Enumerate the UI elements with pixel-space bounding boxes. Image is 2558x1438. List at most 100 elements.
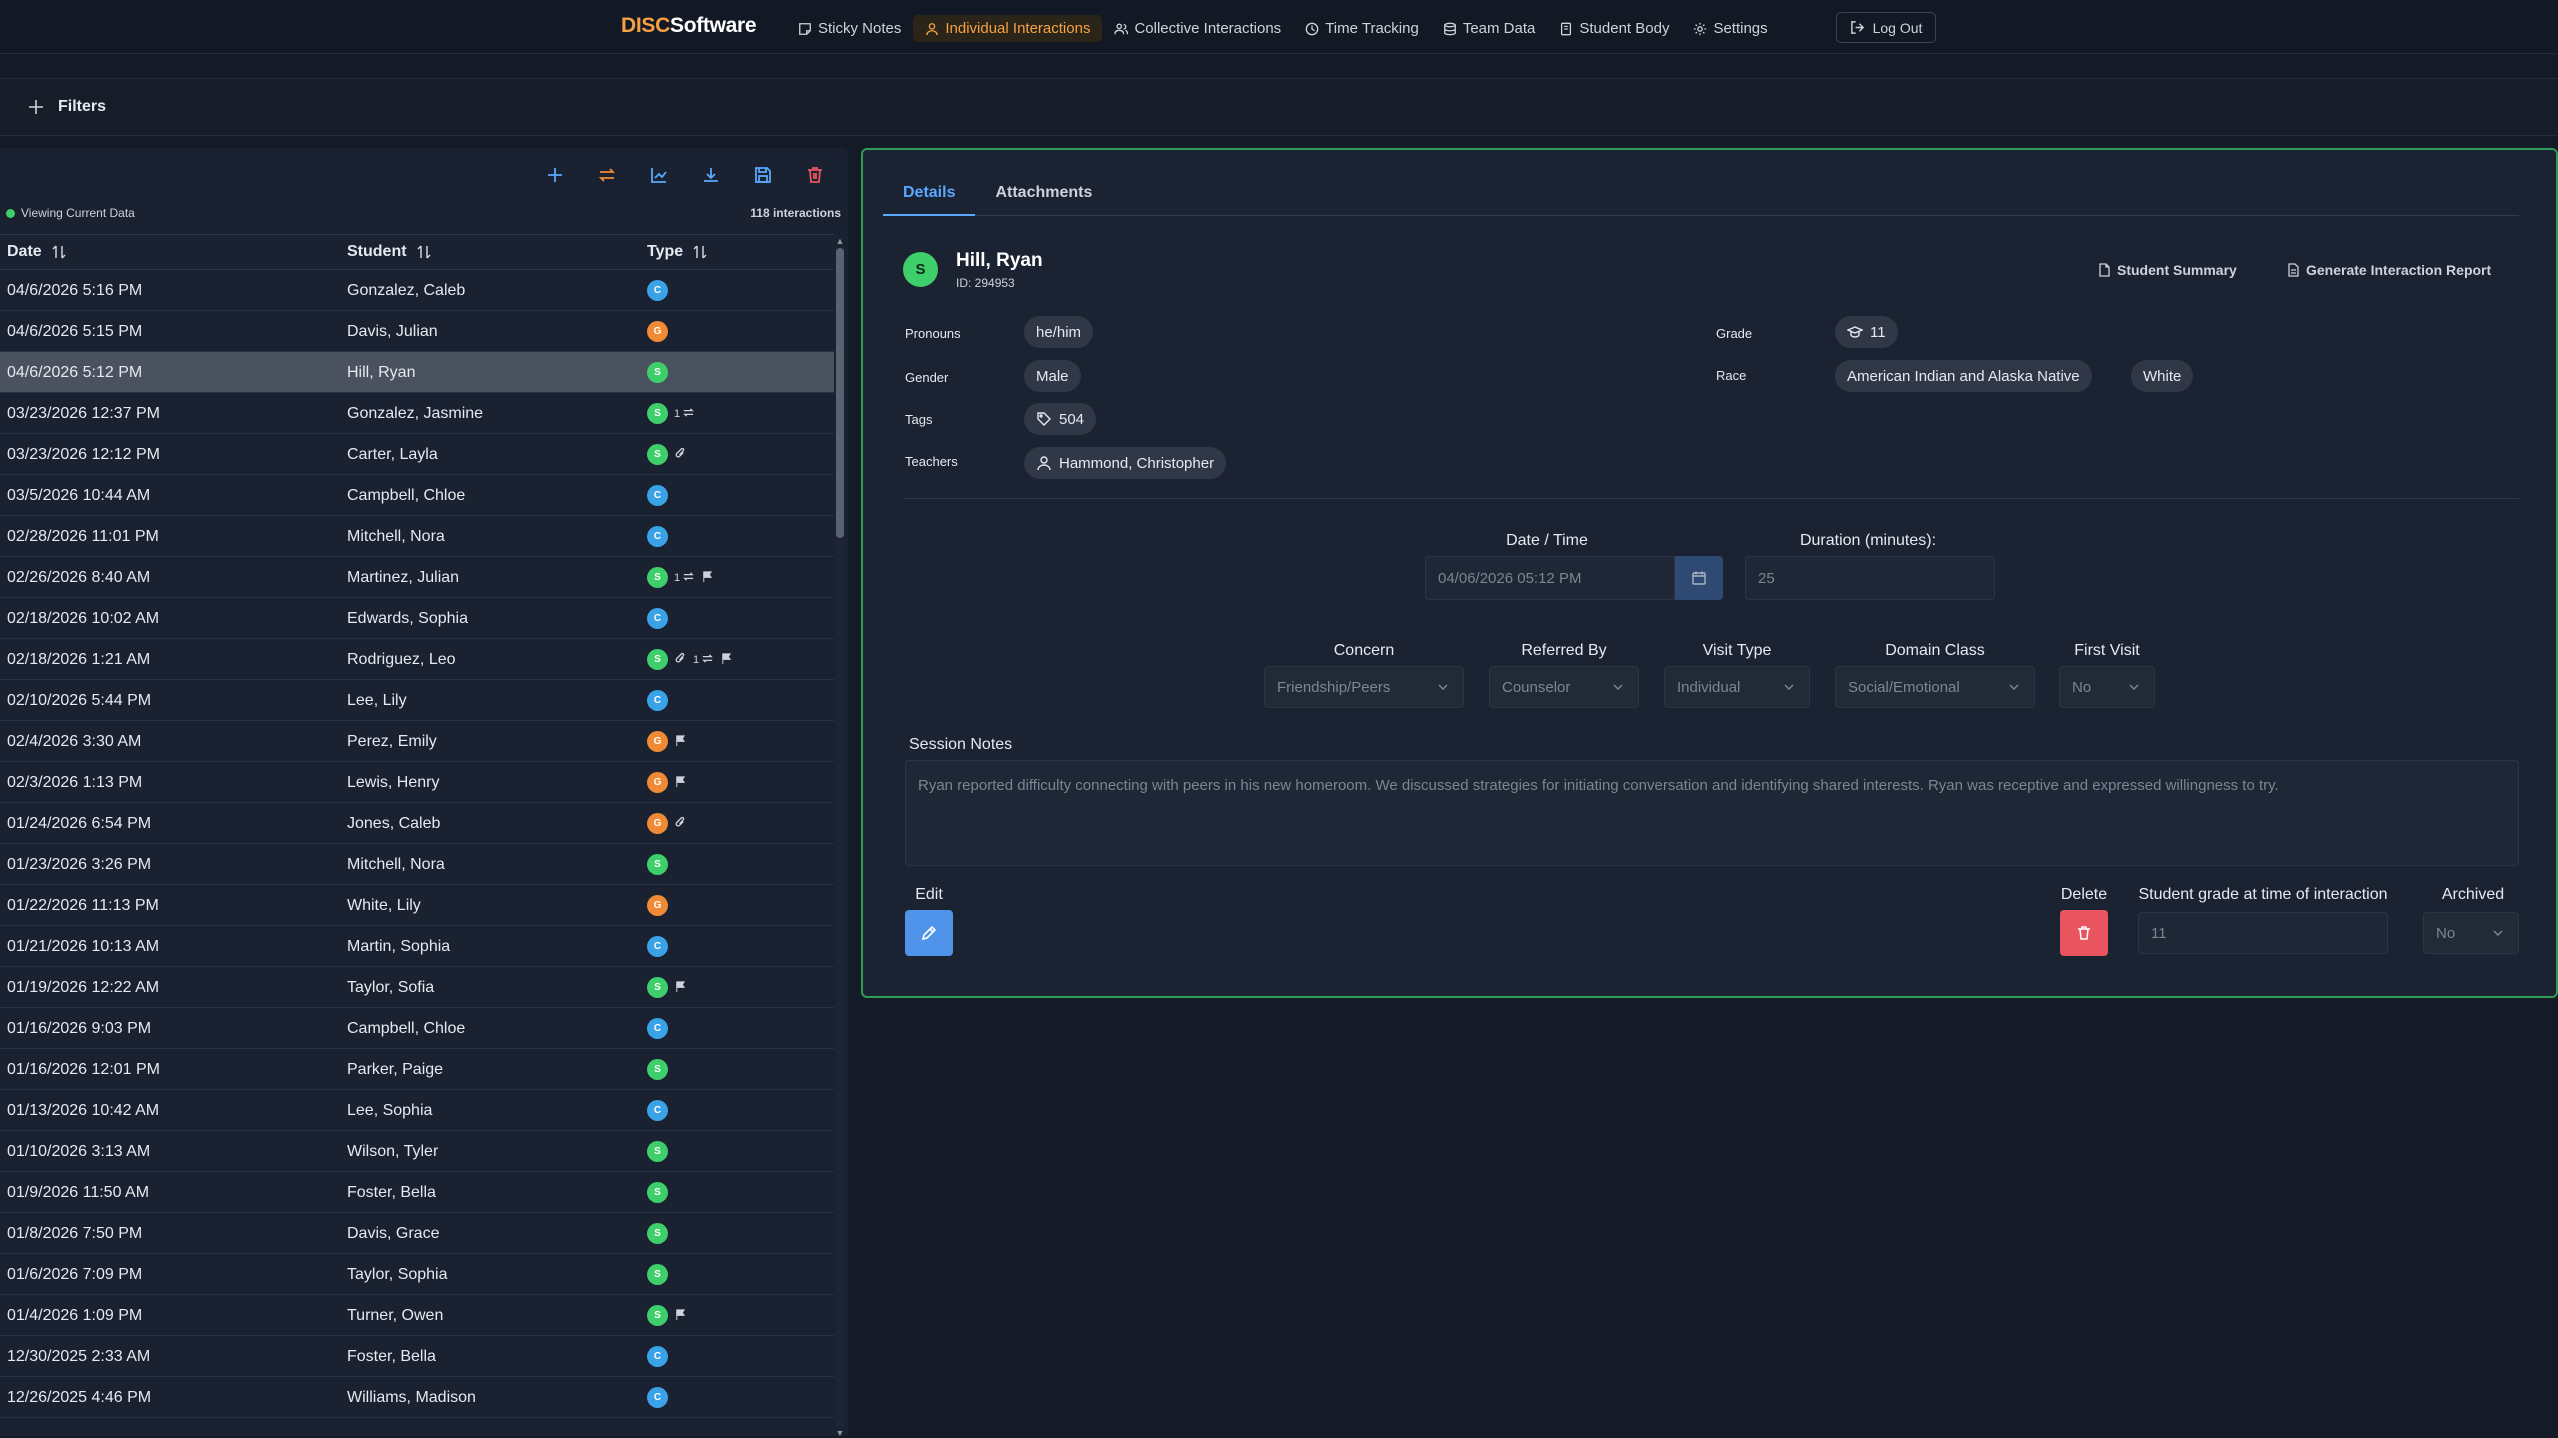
- grade-at-time-input[interactable]: 11: [2138, 912, 2388, 954]
- table-row[interactable]: 01/9/2026 11:50 AM Foster, Bella S: [0, 1172, 834, 1213]
- attachment-indicator: [674, 816, 687, 832]
- nav-settings[interactable]: Settings: [1681, 15, 1779, 42]
- list-scrollbar[interactable]: ▲ ▼: [834, 234, 846, 1438]
- tags-label: Tags: [905, 412, 933, 427]
- grade-at-time-value: 11: [2151, 924, 2167, 942]
- logout-label: Log Out: [1872, 19, 1923, 36]
- download-button[interactable]: [700, 164, 722, 186]
- type-badge: G: [647, 731, 668, 752]
- scroll-up-icon[interactable]: ▲: [835, 236, 845, 246]
- table-row[interactable]: 02/18/2026 1:21 AM Rodriguez, Leo S 1: [0, 639, 834, 680]
- table-row[interactable]: 01/6/2026 7:09 PM Taylor, Sophia S: [0, 1254, 834, 1295]
- avatar: S: [903, 252, 938, 287]
- nav-time-tracking[interactable]: Time Tracking: [1293, 15, 1431, 42]
- book-icon: [1561, 22, 1572, 35]
- row-date: 04/6/2026 5:15 PM: [7, 323, 143, 340]
- nav-individual-interactions[interactable]: Individual Interactions: [913, 15, 1103, 42]
- session-notes-textarea[interactable]: Ryan reported difficulty connecting with…: [905, 760, 2519, 866]
- paperclip-icon: [674, 652, 687, 668]
- download-icon: [704, 168, 718, 182]
- table-row[interactable]: 01/4/2026 1:09 PM Turner, Owen S: [0, 1295, 834, 1336]
- add-interaction-button[interactable]: [544, 164, 566, 186]
- table-row[interactable]: 03/5/2026 10:44 AM Campbell, Chloe C: [0, 475, 834, 516]
- logout-button[interactable]: Log Out: [1836, 12, 1936, 43]
- table-row[interactable]: 01/10/2026 3:13 AM Wilson, Tyler S: [0, 1131, 834, 1172]
- type-badge: S: [647, 854, 668, 875]
- table-row[interactable]: 02/18/2026 10:02 AM Edwards, Sophia C: [0, 598, 834, 639]
- scroll-down-icon[interactable]: ▼: [835, 1428, 845, 1438]
- nav-team-data[interactable]: Team Data: [1431, 15, 1548, 42]
- delete-selected-button[interactable]: [804, 164, 826, 186]
- flag-icon: [674, 1308, 687, 1324]
- table-row[interactable]: 01/8/2026 7:50 PM Davis, Grace S: [0, 1213, 834, 1254]
- type-badge: S: [647, 1264, 668, 1285]
- row-date: 01/21/2026 10:13 AM: [7, 938, 160, 955]
- duration-input[interactable]: 25: [1745, 556, 1995, 600]
- table-row[interactable]: 03/23/2026 12:12 PM Carter, Layla S: [0, 434, 834, 475]
- table-row[interactable]: 12/26/2025 4:46 PM Williams, Madison C: [0, 1377, 834, 1418]
- row-date: 01/16/2026 9:03 PM: [7, 1020, 152, 1037]
- row-student: Mitchell, Nora: [347, 856, 445, 873]
- table-row[interactable]: 03/23/2026 12:37 PM Gonzalez, Jasmine S 1: [0, 393, 834, 434]
- edit-button[interactable]: [905, 910, 953, 956]
- nav-student-body[interactable]: Student Body: [1547, 15, 1681, 42]
- table-row[interactable]: 01/24/2026 6:54 PM Jones, Caleb G: [0, 803, 834, 844]
- generate-report-link[interactable]: Generate Interaction Report: [2286, 262, 2491, 278]
- sort-student-header[interactable]: Student: [347, 243, 433, 261]
- table-row[interactable]: 02/3/2026 1:13 PM Lewis, Henry G: [0, 762, 834, 803]
- tab-attachments[interactable]: Attachments: [975, 174, 1112, 216]
- save-button[interactable]: [752, 164, 774, 186]
- visit-type-select[interactable]: Individual: [1664, 666, 1810, 708]
- brand-logo[interactable]: DISCSoftware: [621, 14, 757, 38]
- row-student: Taylor, Sophia: [347, 1266, 448, 1283]
- calendar-button[interactable]: [1675, 556, 1723, 600]
- sort-type-header[interactable]: Type: [647, 243, 709, 261]
- interaction-detail-panel: Details Attachments S Hill, Ryan ID: 294…: [861, 148, 2558, 998]
- row-student: Wilson, Tyler: [347, 1143, 439, 1160]
- nav-sticky-notes[interactable]: Sticky Notes: [786, 15, 913, 42]
- table-row[interactable]: 01/23/2026 3:26 PM Mitchell, Nora S: [0, 844, 834, 885]
- table-row[interactable]: 02/28/2026 11:01 PM Mitchell, Nora C: [0, 516, 834, 557]
- table-row[interactable]: 04/6/2026 5:16 PM Gonzalez, Caleb C: [0, 270, 834, 311]
- table-row[interactable]: 01/22/2026 11:13 PM White, Lily G: [0, 885, 834, 926]
- delete-button[interactable]: [2060, 910, 2108, 956]
- table-row[interactable]: 01/13/2026 10:42 AM Lee, Sophia C: [0, 1090, 834, 1131]
- referred-by-select[interactable]: Counselor: [1489, 666, 1639, 708]
- swap-button[interactable]: [596, 164, 618, 186]
- row-date: 03/23/2026 12:12 PM: [7, 446, 161, 463]
- datetime-input[interactable]: 04/06/2026 05:12 PM: [1425, 556, 1675, 600]
- table-row[interactable]: 01/19/2026 12:22 AM Taylor, Sofia S: [0, 967, 834, 1008]
- filters-toggle[interactable]: Filters: [0, 78, 2558, 136]
- table-row[interactable]: 01/16/2026 12:01 PM Parker, Paige S: [0, 1049, 834, 1090]
- row-type: G: [647, 895, 668, 916]
- archived-select[interactable]: No: [2423, 912, 2519, 954]
- table-row[interactable]: 01/21/2026 10:13 AM Martin, Sophia C: [0, 926, 834, 967]
- table-row[interactable]: 12/30/2025 2:33 AM Foster, Bella C: [0, 1336, 834, 1377]
- table-row[interactable]: 01/16/2026 9:03 PM Campbell, Chloe C: [0, 1008, 834, 1049]
- type-badge: C: [647, 1346, 668, 1367]
- tab-details[interactable]: Details: [883, 174, 976, 216]
- table-row[interactable]: 02/10/2026 5:44 PM Lee, Lily C: [0, 680, 834, 721]
- domain-class-value: Social/Emotional: [1848, 678, 1960, 696]
- row-student: Campbell, Chloe: [347, 487, 466, 504]
- concern-select[interactable]: Friendship/Peers: [1264, 666, 1464, 708]
- scroll-thumb[interactable]: [836, 248, 844, 538]
- chevron-down-icon: [1784, 684, 1794, 691]
- domain-class-select[interactable]: Social/Emotional: [1835, 666, 2035, 708]
- datetime-label: Date / Time: [1506, 532, 1588, 549]
- table-row[interactable]: 04/6/2026 5:15 PM Davis, Julian G: [0, 311, 834, 352]
- row-type: C: [647, 280, 668, 301]
- chevron-down-icon: [2129, 684, 2139, 691]
- sort-date-header[interactable]: Date: [7, 243, 68, 261]
- student-summary-link[interactable]: Student Summary: [2097, 262, 2237, 278]
- first-visit-select[interactable]: No: [2059, 666, 2155, 708]
- row-student: Gonzalez, Jasmine: [347, 405, 484, 422]
- nav-collective-interactions[interactable]: Collective Interactions: [1102, 15, 1293, 42]
- chevron-down-icon: [1438, 684, 1448, 691]
- table-row[interactable]: 02/4/2026 3:30 AM Perez, Emily G: [0, 721, 834, 762]
- row-date: 03/5/2026 10:44 AM: [7, 487, 151, 504]
- chart-button[interactable]: [648, 164, 670, 186]
- sort-icon: [693, 245, 707, 259]
- table-row[interactable]: 02/26/2026 8:40 AM Martinez, Julian S 1: [0, 557, 834, 598]
- table-row[interactable]: 04/6/2026 5:12 PM Hill, Ryan S: [0, 352, 834, 393]
